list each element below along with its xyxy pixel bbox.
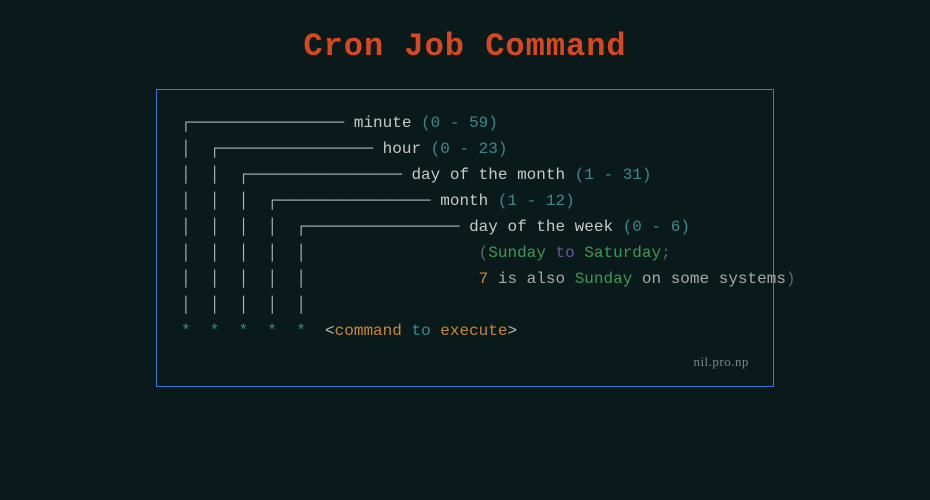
row-pipes: │ │ │ │ │	[181, 292, 749, 318]
row-minute: ┌──────────────── minute (0 - 59)	[181, 110, 749, 136]
row-dow: │ │ │ │ ┌──────────────── day of the wee…	[181, 214, 749, 240]
row-month: │ │ │ ┌──────────────── month (1 - 12)	[181, 188, 749, 214]
row-hour: │ ┌──────────────── hour (0 - 23)	[181, 136, 749, 162]
row-note-1: │ │ │ │ │ (Sunday to Saturday;	[181, 240, 749, 266]
row-dom: │ │ ┌──────────────── day of the month (…	[181, 162, 749, 188]
credit-label: nil.pro.np	[181, 354, 749, 370]
diagram-container: Cron Job Command ┌──────────────── minut…	[0, 0, 930, 500]
page-title: Cron Job Command	[303, 28, 626, 65]
row-command: * * * * * <command to execute>	[181, 318, 749, 344]
cron-diagram-box: ┌──────────────── minute (0 - 59) │ ┌───…	[156, 89, 774, 387]
row-note-2: │ │ │ │ │ 7 is also Sunday on some syste…	[181, 266, 749, 292]
